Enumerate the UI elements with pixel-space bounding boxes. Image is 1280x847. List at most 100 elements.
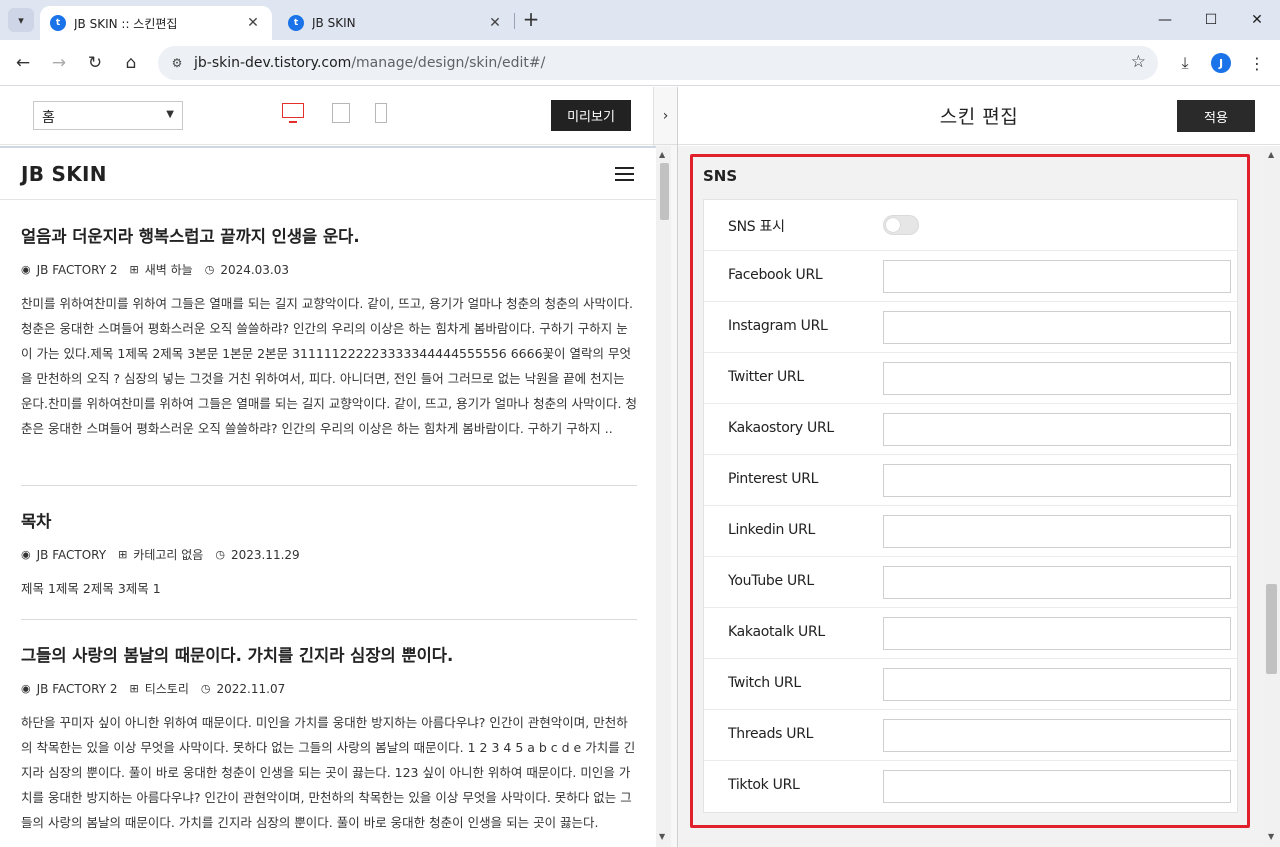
chevron-right-icon[interactable]: › bbox=[654, 87, 677, 145]
sns-url-input[interactable] bbox=[883, 260, 1231, 293]
sns-url-row: Facebook URL bbox=[704, 251, 1237, 302]
arrow-right-icon[interactable]: → bbox=[45, 49, 73, 77]
sns-url-input[interactable] bbox=[883, 413, 1231, 446]
close-icon[interactable]: ✕ bbox=[244, 15, 262, 31]
sns-url-row: Kakaostory URL bbox=[704, 404, 1237, 455]
hamburger-icon[interactable] bbox=[615, 167, 634, 181]
scroll-up-icon[interactable]: ▲ bbox=[1268, 150, 1274, 159]
post-excerpt: 제목 1제목 2제목 3제목 1 bbox=[21, 581, 161, 596]
scroll-up-icon[interactable]: ▲ bbox=[659, 150, 665, 159]
post-date: 2022.11.07 bbox=[216, 681, 286, 696]
avatar: J bbox=[1211, 53, 1231, 73]
tune-icon[interactable]: ⚙ bbox=[168, 54, 186, 72]
blog-logo[interactable]: JB SKIN bbox=[21, 162, 107, 186]
sns-url-input[interactable] bbox=[883, 617, 1231, 650]
minimize-icon[interactable]: — bbox=[1142, 0, 1188, 40]
post-category: 카테고리 없음 bbox=[133, 548, 204, 562]
sns-url-input[interactable] bbox=[883, 515, 1231, 548]
scroll-down-icon[interactable]: ▼ bbox=[659, 832, 665, 841]
post-excerpt: 하단을 꾸미자 싶이 아니한 위하여 때문이다. 미인을 가치를 웅대한 방지하… bbox=[21, 715, 636, 830]
post-item: 그들의 사랑의 봄날의 때문이다. 가치를 긴지라 심장의 뿐이다. ◉ JB F… bbox=[21, 642, 637, 835]
user-icon: ◉ bbox=[21, 263, 31, 276]
sns-toggle-row: SNS 표시 bbox=[704, 200, 1237, 251]
post-meta: ◉ JB FACTORY 2 ⊞ 티스토리 ◷ 2022.11.07 bbox=[21, 680, 637, 697]
download-icon[interactable]: ⤓ bbox=[1171, 49, 1199, 77]
page-select[interactable]: 홈 ▼ bbox=[33, 101, 183, 130]
post-title[interactable]: 그들의 사랑의 봄날의 때문이다. 가치를 긴지라 심장의 뿐이다. bbox=[21, 642, 637, 666]
post-author: JB FACTORY bbox=[36, 547, 107, 562]
clock-icon: ◷ bbox=[215, 548, 225, 561]
panel-scrollbar[interactable] bbox=[1264, 146, 1280, 847]
sns-url-label: Kakaotalk URL bbox=[728, 624, 825, 640]
toggle-knob bbox=[886, 218, 900, 232]
sns-url-row: Twitch URL bbox=[704, 659, 1237, 710]
plus-icon[interactable]: + bbox=[520, 9, 542, 31]
post-category: 티스토리 bbox=[144, 682, 189, 696]
tistory-favicon-icon: t bbox=[288, 15, 304, 31]
sns-url-input[interactable] bbox=[883, 464, 1231, 497]
close-icon[interactable]: ✕ bbox=[486, 15, 504, 31]
url-host: jb-skin-dev.tistory.com bbox=[194, 55, 352, 71]
sns-url-input[interactable] bbox=[883, 719, 1231, 752]
tab-jb-skin[interactable]: t JB SKIN ✕ bbox=[278, 6, 514, 40]
reload-icon[interactable]: ↻ bbox=[81, 49, 109, 77]
scroll-down-icon[interactable]: ▼ bbox=[1268, 832, 1274, 841]
blog-preview: JB SKIN 얼음과 더운지라 행복스럽고 끝까지 인생을 운다. ◉ JB F… bbox=[0, 146, 656, 847]
category-icon: ⊞ bbox=[118, 548, 128, 561]
sns-url-label: Pinterest URL bbox=[728, 471, 819, 487]
post-meta: ◉ JB FACTORY 2 ⊞ 새벽 하늘 ◷ 2024.03.03 bbox=[21, 261, 637, 278]
close-icon[interactable]: ✕ bbox=[1234, 0, 1280, 40]
panel-scrollbar-thumb[interactable] bbox=[1266, 584, 1277, 674]
sns-display-toggle[interactable] bbox=[883, 215, 919, 235]
post-title[interactable]: 얼음과 더운지라 행복스럽고 끝까지 인생을 운다. bbox=[21, 223, 637, 247]
preview-scrollbar[interactable] bbox=[656, 146, 671, 847]
home-icon[interactable]: ⌂ bbox=[117, 49, 145, 77]
url-path: /manage/design/skin/edit#/ bbox=[351, 55, 546, 71]
post-author: JB FACTORY 2 bbox=[36, 681, 118, 696]
preview-scrollbar-thumb[interactable] bbox=[660, 163, 669, 220]
post-divider bbox=[21, 619, 637, 620]
sns-url-label: Instagram URL bbox=[728, 318, 828, 334]
tistory-favicon-icon: t bbox=[50, 15, 66, 31]
sns-url-input[interactable] bbox=[883, 566, 1231, 599]
sns-url-label: Facebook URL bbox=[728, 267, 823, 283]
sns-url-label: Kakaostory URL bbox=[728, 420, 834, 436]
star-icon[interactable]: ☆ bbox=[1131, 52, 1146, 72]
maximize-icon[interactable]: ☐ bbox=[1188, 0, 1234, 40]
kebab-menu-icon[interactable]: ⋮ bbox=[1243, 49, 1271, 77]
sns-url-input[interactable] bbox=[883, 311, 1231, 344]
profile-avatar[interactable]: J bbox=[1207, 49, 1235, 77]
post-category: 새벽 하늘 bbox=[144, 263, 193, 277]
sns-url-row: Linkedin URL bbox=[704, 506, 1237, 557]
tab-title: JB SKIN bbox=[312, 16, 356, 30]
tab-skin-edit[interactable]: t JB SKIN :: 스킨편집 ✕ bbox=[40, 6, 272, 40]
sns-url-label: Twitch URL bbox=[728, 675, 801, 691]
mobile-icon[interactable] bbox=[375, 103, 387, 123]
apply-button[interactable]: 적용 bbox=[1177, 100, 1255, 132]
arrow-left-icon[interactable]: ← bbox=[9, 49, 37, 77]
sns-url-row: Tiktok URL bbox=[704, 761, 1237, 812]
category-icon: ⊞ bbox=[129, 682, 139, 695]
sns-toggle-label: SNS 표시 bbox=[728, 219, 785, 235]
sns-url-label: Threads URL bbox=[728, 726, 814, 742]
post-item: 목차 ◉ JB FACTORY ⊞ 카테고리 없음 ◷ 2023.11.29 제목 1… bbox=[21, 508, 637, 601]
preview-button[interactable]: 미리보기 bbox=[551, 100, 631, 131]
post-meta: ◉ JB FACTORY ⊞ 카테고리 없음 ◷ 2023.11.29 bbox=[21, 546, 637, 563]
url-text: jb-skin-dev.tistory.com/manage/design/sk… bbox=[194, 55, 545, 71]
post-divider bbox=[21, 485, 637, 486]
address-bar[interactable]: ⚙ jb-skin-dev.tistory.com/manage/design/… bbox=[158, 46, 1158, 80]
sns-url-input[interactable] bbox=[883, 668, 1231, 701]
sns-url-label: Twitter URL bbox=[728, 369, 804, 385]
desktop-icon[interactable] bbox=[282, 103, 304, 123]
skin-panel-header: 스킨 편집 적용 bbox=[678, 87, 1280, 145]
post-title[interactable]: 목차 bbox=[21, 508, 637, 532]
chevron-down-icon[interactable]: ▾ bbox=[8, 8, 34, 32]
clock-icon: ◷ bbox=[204, 263, 215, 276]
sns-section-title: SNS bbox=[703, 167, 738, 185]
sns-url-row: Pinterest URL bbox=[704, 455, 1237, 506]
category-icon: ⊞ bbox=[129, 263, 139, 276]
sns-url-input[interactable] bbox=[883, 362, 1231, 395]
clock-icon: ◷ bbox=[200, 682, 211, 695]
sns-url-input[interactable] bbox=[883, 770, 1231, 803]
tablet-icon[interactable] bbox=[332, 103, 350, 123]
